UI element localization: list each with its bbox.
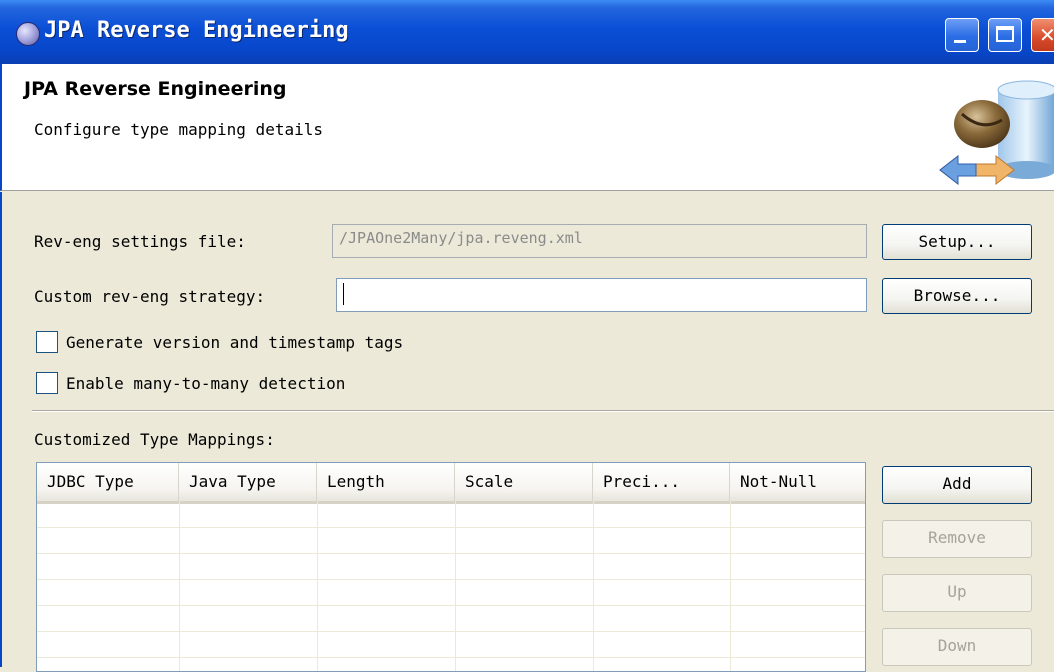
up-button[interactable]: Up [882, 574, 1032, 612]
table-row [37, 527, 865, 528]
strategy-label: Custom rev-eng strategy: [34, 287, 266, 306]
column-header-java-type[interactable]: Java Type [179, 463, 317, 501]
eclipse-icon [16, 22, 40, 46]
wizard-header: JPA Reverse Engineering Configure type m… [0, 64, 1054, 191]
settings-file-label: Rev-eng settings file: [34, 232, 246, 251]
table-row [37, 631, 865, 632]
grid-column-line [317, 501, 318, 671]
table-row [37, 553, 865, 554]
minimize-icon [954, 40, 966, 43]
add-button[interactable]: Add [882, 466, 1032, 504]
column-header-not-null[interactable]: Not-Null [730, 463, 865, 501]
maximize-button[interactable] [988, 18, 1022, 52]
grid-column-line [593, 501, 594, 671]
close-button[interactable]: ✕ [1031, 18, 1054, 52]
separator [32, 410, 1054, 412]
minimize-button[interactable] [945, 18, 979, 52]
settings-file-field: /JPAOne2Many/jpa.reveng.xml [332, 224, 867, 258]
many-to-many-label: Enable many-to-many detection [66, 374, 346, 393]
dialog-body: Rev-eng settings file: /JPAOne2Many/jpa.… [0, 192, 1054, 672]
table-row [37, 657, 865, 658]
strategy-input[interactable] [336, 278, 867, 312]
table-row [37, 579, 865, 580]
column-header-precision[interactable]: Preci... [593, 463, 730, 501]
grid-column-line [730, 501, 731, 671]
window-title: JPA Reverse Engineering [44, 18, 349, 43]
browse-button[interactable]: Browse... [882, 278, 1032, 314]
remove-button[interactable]: Remove [882, 520, 1032, 558]
grid-column-line [179, 501, 180, 671]
type-mappings-label: Customized Type Mappings: [34, 430, 275, 449]
table-header: JDBC Type Java Type Length Scale Preci..… [37, 463, 865, 504]
maximize-icon [996, 26, 1014, 42]
table-row [37, 605, 865, 606]
grid-column-line [455, 501, 456, 671]
version-tags-label: Generate version and timestamp tags [66, 333, 404, 352]
page-title: JPA Reverse Engineering [24, 78, 287, 100]
close-icon: ✕ [1039, 23, 1054, 47]
title-bar[interactable]: JPA Reverse Engineering ✕ [0, 0, 1054, 65]
many-to-many-checkbox[interactable] [36, 372, 58, 394]
column-header-scale[interactable]: Scale [455, 463, 593, 501]
text-caret [343, 283, 344, 305]
setup-button[interactable]: Setup... [882, 224, 1032, 260]
column-header-jdbc-type[interactable]: JDBC Type [37, 463, 179, 501]
type-mappings-table[interactable]: JDBC Type Java Type Length Scale Preci..… [36, 462, 866, 672]
database-coffee-bean-icon [939, 80, 1054, 186]
version-tags-checkbox[interactable] [36, 331, 58, 353]
down-button[interactable]: Down [882, 628, 1032, 666]
page-description: Configure type mapping details [34, 120, 323, 139]
column-header-length[interactable]: Length [317, 463, 455, 501]
